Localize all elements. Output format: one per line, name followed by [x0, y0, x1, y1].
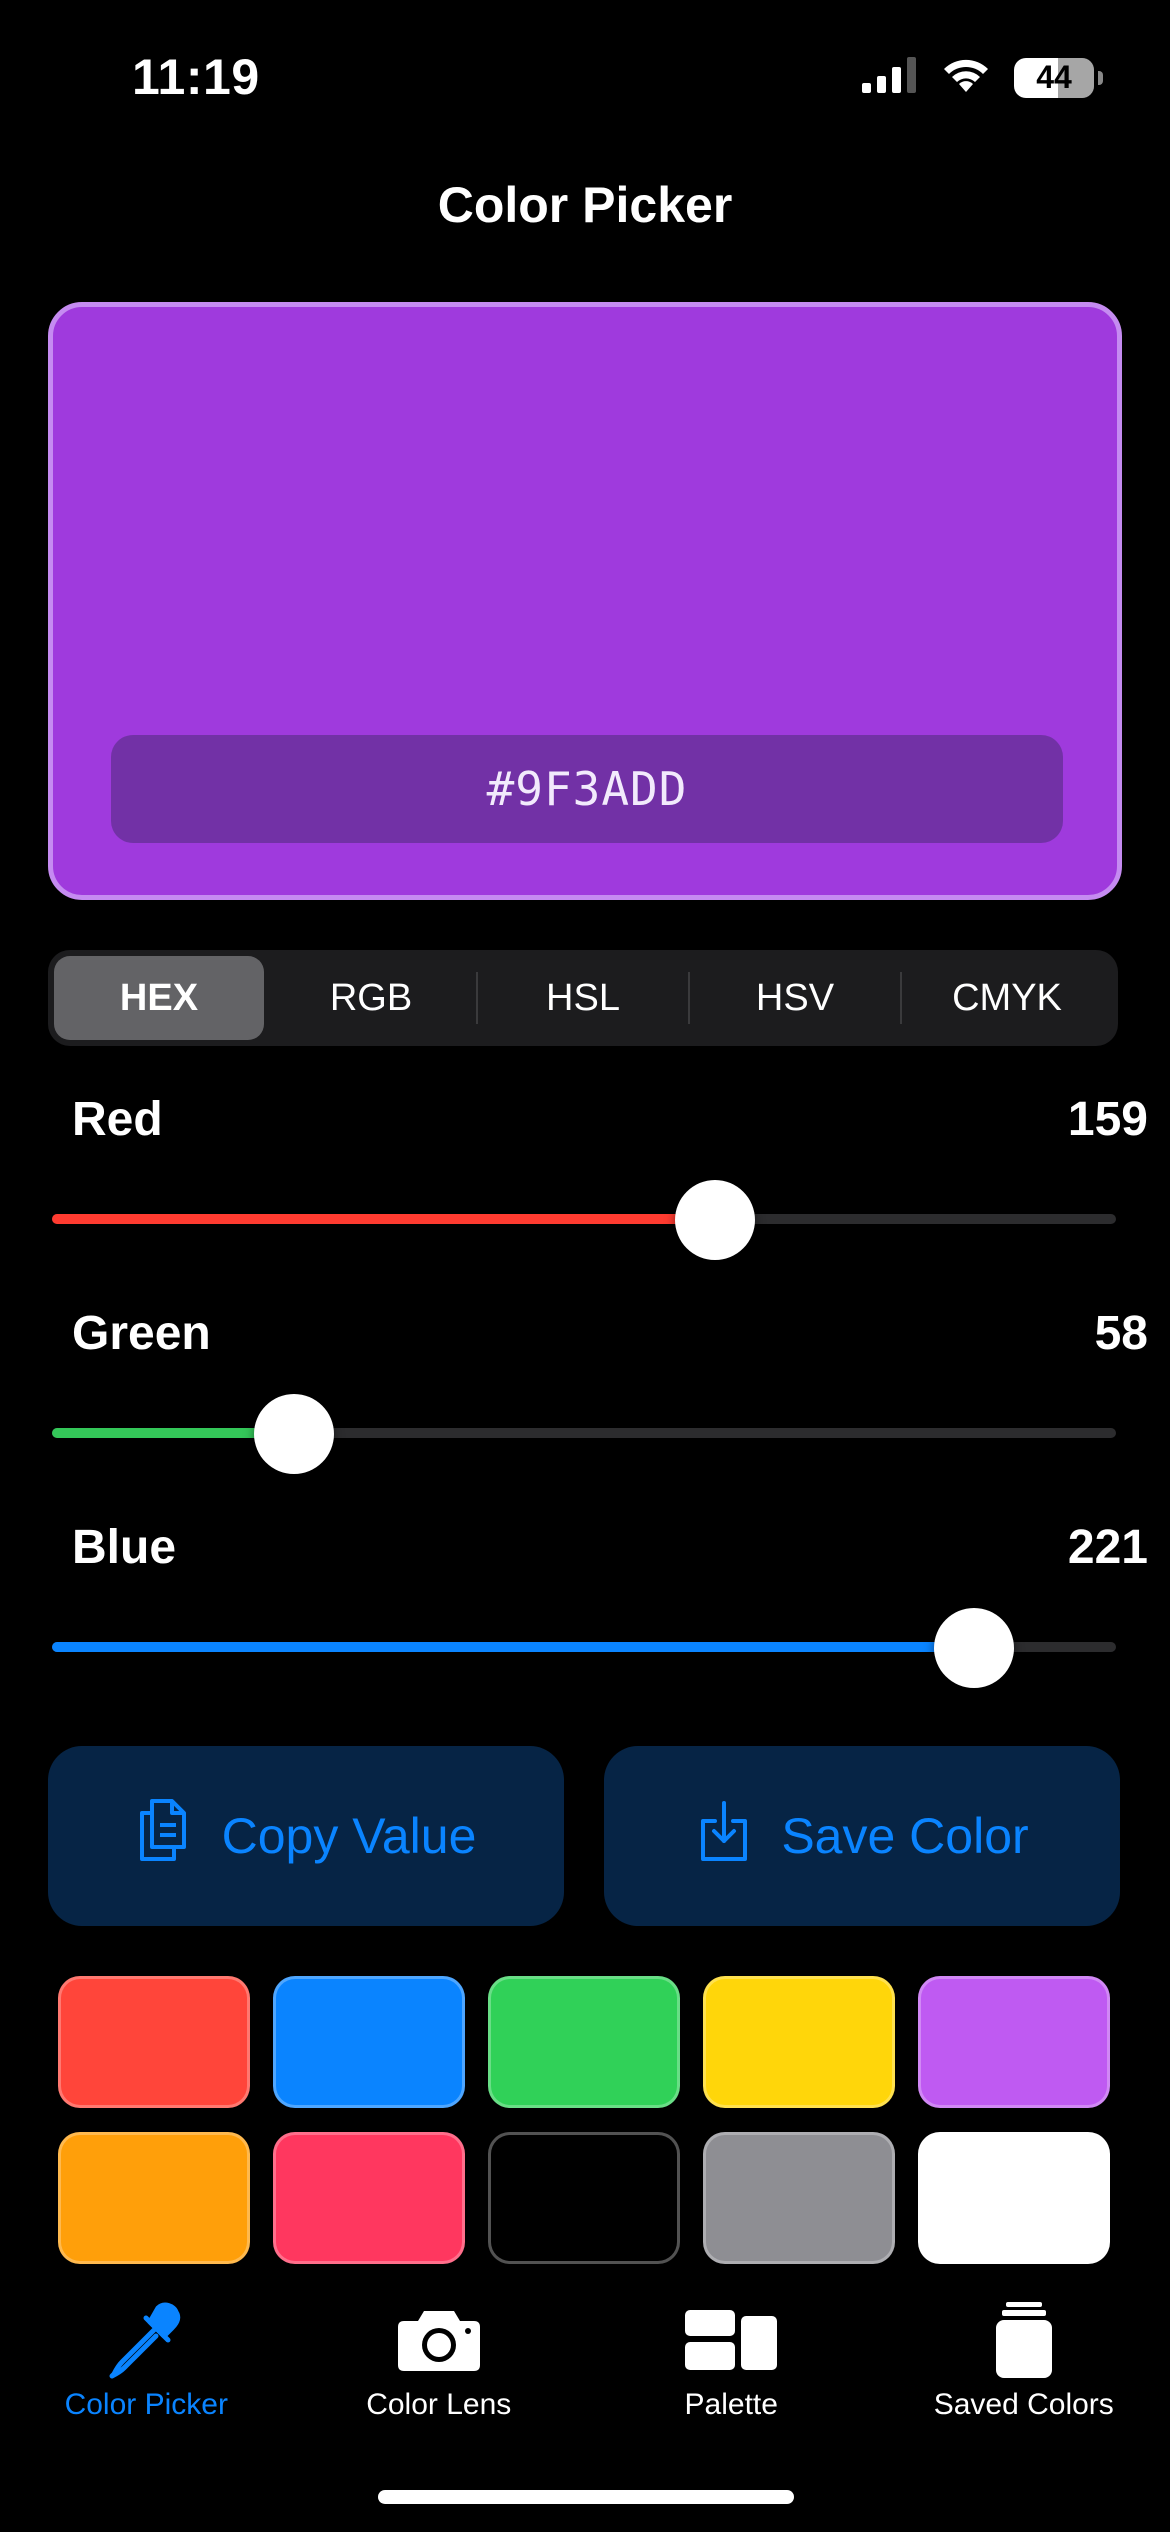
tab-hsl[interactable]: HSL — [478, 956, 688, 1040]
tab-bar: Color Picker Color Lens Palette Saved Co… — [0, 2294, 1170, 2444]
swatch-gray[interactable] — [703, 2132, 895, 2264]
copy-value-label: Copy Value — [221, 1808, 477, 1864]
swatch-purple[interactable] — [918, 1976, 1110, 2108]
eyedropper-icon — [106, 2298, 186, 2382]
blue-slider-fill — [52, 1642, 975, 1652]
hex-value-label[interactable]: #9F3ADD — [111, 735, 1063, 843]
status-icons: 44 — [862, 56, 1103, 99]
swatch-pink[interactable] — [273, 2132, 465, 2264]
color-picker-screen: 11:19 44 Color Picker #9F3ADD HEX RGB HS… — [0, 0, 1170, 2532]
blue-label: Blue — [72, 1521, 177, 1574]
battery-level: 44 — [1036, 59, 1072, 95]
save-color-label: Save Color — [781, 1808, 1029, 1864]
green-label: Green — [72, 1307, 211, 1360]
save-icon — [695, 1797, 753, 1875]
page-title: Color Picker — [437, 177, 733, 233]
tab-color-picker-label: Color Picker — [64, 2388, 228, 2421]
camera-icon — [396, 2298, 482, 2382]
tab-palette-label: Palette — [684, 2388, 778, 2421]
tab-color-picker[interactable]: Color Picker — [0, 2294, 293, 2444]
format-segmented-control: HEX RGB HSL HSV CMYK — [48, 950, 1118, 1046]
save-color-button[interactable]: Save Color — [604, 1746, 1120, 1926]
home-indicator — [378, 2490, 794, 2504]
tab-color-lens[interactable]: Color Lens — [293, 2294, 586, 2444]
blue-slider-thumb[interactable] — [934, 1608, 1015, 1688]
tab-saved-colors-label: Saved Colors — [933, 2388, 1114, 2421]
tab-hex[interactable]: HEX — [54, 956, 264, 1040]
tab-saved-colors[interactable]: Saved Colors — [878, 2294, 1170, 2444]
status-bar: 11:19 44 — [0, 0, 1170, 150]
color-preview: #9F3ADD — [48, 302, 1122, 900]
swatch-black[interactable] — [488, 2132, 680, 2264]
tab-hsv[interactable]: HSV — [690, 956, 900, 1040]
swatch-blue[interactable] — [273, 1976, 465, 2108]
tab-cmyk[interactable]: CMYK — [902, 956, 1112, 1040]
swatch-green[interactable] — [488, 1976, 680, 2108]
tab-rgb[interactable]: RGB — [266, 956, 476, 1040]
swatch-red[interactable] — [58, 1976, 250, 2108]
tab-color-lens-label: Color Lens — [366, 2388, 512, 2421]
tab-palette[interactable]: Palette — [585, 2294, 878, 2444]
cellular-signal-icon — [862, 57, 918, 98]
blue-value: 221 — [1067, 1521, 1148, 1574]
battery-icon: 44 — [1014, 57, 1103, 98]
copy-value-button[interactable]: Copy Value — [48, 1746, 564, 1926]
wifi-icon — [940, 56, 992, 99]
palette-icon — [683, 2298, 779, 2382]
copy-icon — [136, 1797, 194, 1875]
red-label: Red — [72, 1093, 163, 1146]
green-slider-thumb[interactable] — [254, 1394, 335, 1474]
red-value: 159 — [1067, 1093, 1148, 1146]
green-slider-track[interactable] — [52, 1394, 1116, 1474]
red-slider-thumb[interactable] — [675, 1180, 756, 1260]
swatch-white[interactable] — [918, 2132, 1110, 2264]
blue-slider-track[interactable] — [52, 1608, 1116, 1688]
swatch-yellow[interactable] — [703, 1976, 895, 2108]
red-slider-fill — [52, 1214, 716, 1224]
saved-colors-icon — [992, 2298, 1056, 2382]
status-time: 11:19 — [132, 49, 260, 105]
color-swatch-grid — [58, 1976, 1112, 2264]
red-slider-track[interactable] — [52, 1180, 1116, 1260]
green-value: 58 — [1094, 1307, 1148, 1360]
swatch-orange[interactable] — [58, 2132, 250, 2264]
